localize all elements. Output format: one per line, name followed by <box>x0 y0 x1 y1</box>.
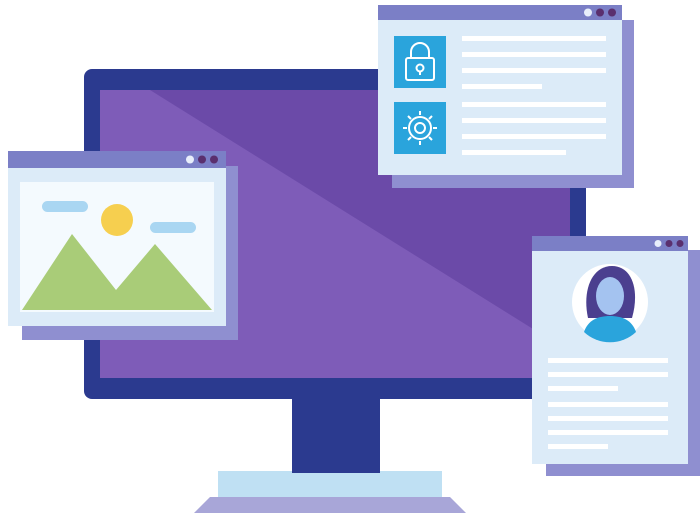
profile-card-icon <box>532 236 700 476</box>
text-line <box>462 52 606 57</box>
text-line <box>548 358 668 363</box>
monitor-base-shadow <box>194 497 466 513</box>
monitor-stand <box>194 393 466 513</box>
monitor-base <box>218 471 442 497</box>
window-dot <box>665 240 673 247</box>
profile-card-titlebar <box>532 236 688 251</box>
text-line <box>548 416 668 421</box>
window-dot <box>608 8 616 17</box>
text-line <box>548 372 668 377</box>
text-line <box>548 402 668 407</box>
window-dot <box>186 155 194 164</box>
avatar-face <box>596 277 624 315</box>
text-line <box>462 68 606 73</box>
cloud-shape <box>150 222 196 233</box>
computer-illustration <box>8 5 700 513</box>
text-line <box>462 118 606 123</box>
window-dot <box>584 8 592 17</box>
image-window-icon <box>8 151 238 340</box>
text-line <box>548 444 608 449</box>
window-dot <box>210 155 218 164</box>
gear-tile <box>394 102 446 154</box>
window-dot <box>676 240 684 247</box>
window-dot <box>596 8 604 17</box>
sun-icon <box>101 204 133 236</box>
text-line <box>462 36 606 41</box>
text-line <box>462 150 566 155</box>
window-dot <box>654 240 662 247</box>
text-line <box>462 102 606 107</box>
monitor-neck <box>292 393 380 473</box>
text-line <box>548 386 618 391</box>
security-settings-window-icon <box>378 5 634 188</box>
text-line <box>462 134 606 139</box>
window-dot <box>198 155 206 164</box>
text-line <box>462 84 542 89</box>
cloud-shape <box>42 201 88 212</box>
text-line <box>548 430 668 435</box>
